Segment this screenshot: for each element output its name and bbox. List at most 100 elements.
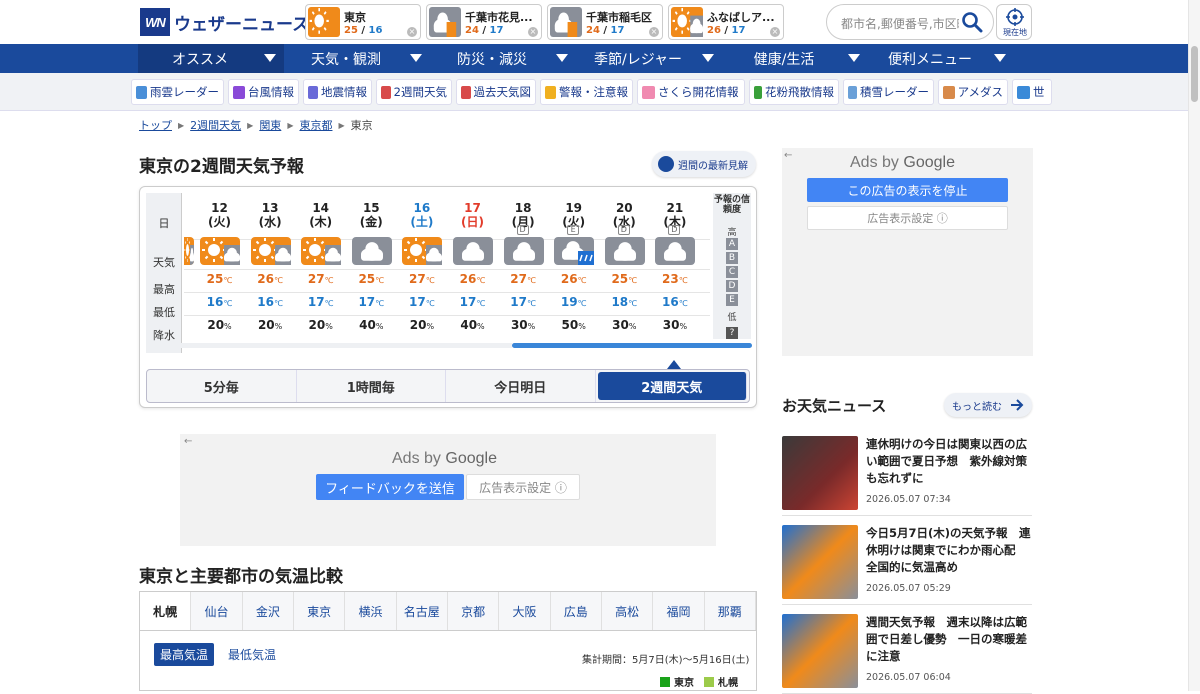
sub-nav-item[interactable]: 2週間天気 <box>376 79 452 105</box>
max-temp-toggle[interactable]: 最高気温 <box>154 643 215 666</box>
sub-nav-item[interactable]: 世 <box>1012 79 1052 105</box>
ad-settings-button[interactable]: 広告表示設定 ⓘ <box>466 474 580 500</box>
scroll-indicator[interactable] <box>512 343 752 348</box>
scrollbar[interactable] <box>1188 0 1200 691</box>
forecast-tab[interactable]: 2週間天気 <box>597 372 747 400</box>
main-nav-item[interactable]: 健康/生活 <box>722 44 868 73</box>
compare-city-tab[interactable]: 京都 <box>447 592 500 630</box>
google-text: Google <box>903 154 955 171</box>
sub-nav-item[interactable]: 地震情報 <box>303 79 372 105</box>
sakura-icon <box>642 85 655 99</box>
main-nav-label: オススメ <box>172 51 228 68</box>
main-nav-label: 天気・観測 <box>311 51 381 68</box>
remove-city-icon[interactable]: × <box>528 27 538 37</box>
min-temp-toggle[interactable]: 最低気温 <box>228 646 276 663</box>
sub-nav-item[interactable]: さくら開花情報 <box>637 79 745 105</box>
forecast-weekday: (水) <box>258 215 282 229</box>
search-icon[interactable] <box>961 11 983 33</box>
main-nav-item[interactable]: 便利メニュー <box>868 44 1014 73</box>
reliability-header: 予報の信頼度 <box>713 195 750 215</box>
min-temp: 17℃ <box>295 295 346 309</box>
breadcrumb: トップ ▶ 2週間天気 ▶ 関東 ▶ 東京都 ▶ 東京 <box>139 117 373 133</box>
sub-nav-item[interactable]: アメダス <box>938 79 1008 105</box>
compare-city-tab[interactable]: 東京 <box>293 592 346 630</box>
weekly-outlook-button[interactable]: 週間の最新見解 <box>652 151 756 177</box>
breadcrumb-link[interactable]: 2週間天気 <box>190 117 241 133</box>
percent-unit: % <box>628 322 637 331</box>
celsius-unit: ℃ <box>223 299 233 308</box>
news-date: 2026.05.07 06:04 <box>866 672 951 683</box>
current-location-button[interactable]: 現在地 <box>996 4 1032 40</box>
reliability-badge: D <box>617 225 630 235</box>
remove-city-icon[interactable]: × <box>770 27 780 37</box>
sub-nav-item[interactable]: 花粉飛散情報 <box>749 79 839 105</box>
ad-feedback-button[interactable]: フィードバックを送信 <box>316 474 464 500</box>
main-nav-item[interactable]: 季節/レジャー <box>576 44 722 73</box>
news-title: 連休明けの今日は関東以西の広い範囲で夏日予想 紫外線対策も忘れずに <box>866 437 1027 485</box>
city-card[interactable]: 東京 25 / 16 × <box>305 4 421 40</box>
compare-city-tab[interactable]: 高松 <box>601 592 654 630</box>
ad-right: ← Ads by Google この広告の表示を停止 広告表示設定 ⓘ <box>782 148 1033 356</box>
max-temp: 26℃ <box>447 272 498 286</box>
compare-city-tab[interactable]: 札幌 <box>140 592 192 630</box>
celsius-unit: ℃ <box>628 276 638 285</box>
sub-nav-item[interactable]: 積雪レーダー <box>843 79 934 105</box>
ad-back-icon[interactable]: ← <box>784 150 792 161</box>
site-logo[interactable]: WN ウェザーニュース <box>140 8 309 36</box>
city-card[interactable]: 千葉市稲毛区 24 / 17 × <box>547 4 663 40</box>
compare-city-tab[interactable]: 仙台 <box>191 592 243 630</box>
city-card[interactable]: 千葉市花見... 24 / 17 × <box>426 4 542 40</box>
sunny-icon <box>308 7 340 37</box>
forecast-tab[interactable]: 今日明日 <box>446 370 596 402</box>
ad-back-icon[interactable]: ← <box>184 436 192 447</box>
forecast-tab[interactable]: 5分毎 <box>147 370 297 402</box>
remove-city-icon[interactable]: × <box>649 27 659 37</box>
city-card[interactable]: ふなばしア... 26 / 17 × <box>668 4 784 40</box>
sub-nav-item[interactable]: 雨雲レーダー <box>131 79 224 105</box>
celsius-unit: ℃ <box>678 276 688 285</box>
reliability-help-icon[interactable]: ? <box>726 327 738 339</box>
ad-settings-button[interactable]: 広告表示設定 ⓘ <box>807 206 1008 230</box>
sub-nav-item[interactable]: 過去天気図 <box>456 79 536 105</box>
chevron-right-icon: ▶ <box>338 120 345 130</box>
sub-nav-label: 積雪レーダー <box>860 85 929 99</box>
main-nav-item[interactable]: オススメ <box>138 44 284 73</box>
news-item[interactable]: 週間天気予報 週末以降は広範囲で日差し優勢 一日の寒暖差に注意 2026.05.0… <box>782 614 1032 694</box>
compare-city-tab[interactable]: 大阪 <box>499 592 551 630</box>
legend-item: 札幌 <box>704 674 738 689</box>
remove-city-icon[interactable]: × <box>407 27 417 37</box>
breadcrumb-link[interactable]: トップ <box>139 117 172 133</box>
news-thumbnail <box>782 614 858 688</box>
news-item[interactable]: 連休明けの今日は関東以西の広い範囲で夏日予想 紫外線対策も忘れずに 2026.05… <box>782 436 1032 516</box>
sub-nav-label: アメダス <box>957 85 1003 99</box>
main-nav-item[interactable]: 防災・減災 <box>430 44 576 73</box>
compare-city-tab[interactable]: 那覇 <box>704 592 756 630</box>
news-item[interactable]: 今日5月7日(木)の天気予報 連休明けは関東でにわか雨心配 全国的に気温高め 20… <box>782 525 1032 605</box>
forecast-tab[interactable]: 1時間毎 <box>297 370 446 402</box>
city-max-temp: 25 <box>344 25 358 36</box>
precip-prob: 40% <box>447 318 498 332</box>
main-nav-item[interactable]: 天気・観測 <box>284 44 430 73</box>
compare-city-tab[interactable]: 名古屋 <box>396 592 448 630</box>
compare-city-tab[interactable]: 金沢 <box>242 592 294 630</box>
min-temp: 17℃ <box>498 295 549 309</box>
search-input[interactable]: 都市名,郵便番号,市区町村 <box>826 4 994 40</box>
max-temp: 25℃ <box>346 272 397 286</box>
forecast-day: 19 (火) E 26℃ 19℃ 50% <box>548 187 599 347</box>
sub-nav-item[interactable]: 警報・注意報 <box>540 79 633 105</box>
compare-city-tab[interactable]: 福岡 <box>653 592 705 630</box>
scrollbar-thumb[interactable] <box>1191 46 1198 102</box>
sunny-cloudy-icon <box>671 7 703 37</box>
precip-value: 40 <box>359 318 376 332</box>
breadcrumb-link[interactable]: 関東 <box>259 117 281 133</box>
stop-ad-button[interactable]: この広告の表示を停止 <box>807 178 1008 202</box>
min-temp-value: 16 <box>257 295 274 309</box>
max-temp: 27℃ <box>295 272 346 286</box>
sub-nav-item[interactable]: 台風情報 <box>228 79 299 105</box>
celsius-unit: ℃ <box>425 299 435 308</box>
news-more-button[interactable]: もっと読む <box>944 393 1032 417</box>
compare-city-tab[interactable]: 横浜 <box>345 592 397 630</box>
percent-unit: % <box>527 322 536 331</box>
breadcrumb-link[interactable]: 東京都 <box>299 117 332 133</box>
compare-city-tab[interactable]: 広島 <box>550 592 602 630</box>
